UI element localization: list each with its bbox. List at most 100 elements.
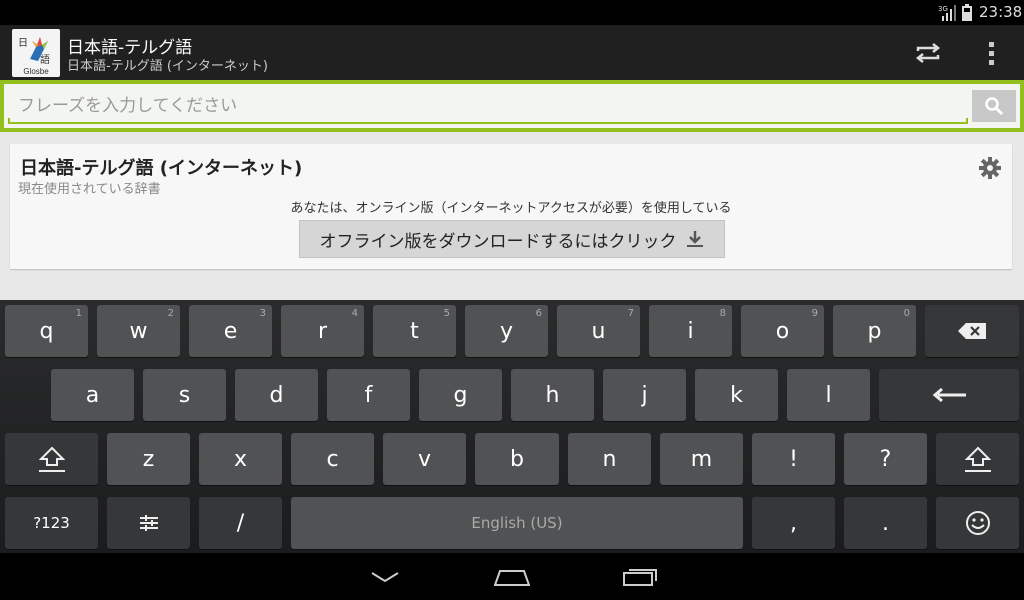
key-label: . [882, 510, 889, 536]
key-hint: 9 [811, 308, 818, 319]
key-label: t [410, 318, 419, 344]
key-label: d [269, 382, 284, 408]
key-p[interactable]: p0 [833, 305, 916, 357]
space-key[interactable]: English (US) [291, 497, 743, 549]
key-label: b [510, 446, 524, 472]
key-a[interactable]: a [51, 369, 134, 421]
key-hint: 5 [443, 308, 450, 319]
key-n[interactable]: n [568, 433, 651, 485]
key-y[interactable]: y6 [465, 305, 548, 357]
download-offline-button[interactable]: オフライン版をダウンロードするにはクリック [299, 220, 725, 258]
key-i[interactable]: i8 [649, 305, 732, 357]
symbols-key[interactable]: ?123 [5, 497, 98, 549]
key-z[interactable]: z [107, 433, 190, 485]
enter-key[interactable] [879, 369, 1019, 421]
key-k[interactable]: k [695, 369, 778, 421]
key-t[interactable]: t5 [373, 305, 456, 357]
key-label: i [687, 318, 694, 344]
status-bar: 3G 23:38 [0, 0, 1024, 25]
search-container [4, 84, 1020, 128]
key-label: y [499, 318, 514, 344]
key-label: n [602, 446, 617, 472]
key-label: u [591, 318, 606, 344]
app-subtitle: 日本語-テルグ語 (インターネット) [67, 59, 268, 74]
key-hint: 1 [75, 308, 82, 319]
key-hint: 2 [167, 308, 174, 319]
key-label: g [453, 382, 468, 408]
key-label: ! [789, 446, 798, 472]
svg-text:3G: 3G [938, 5, 948, 13]
key-e[interactable]: e3 [189, 305, 272, 357]
key-hint: 8 [719, 308, 726, 319]
key-o[interactable]: o9 [741, 305, 824, 357]
key-r[interactable]: r4 [281, 305, 364, 357]
key-w[interactable]: w2 [97, 305, 180, 357]
navigation-bar [0, 553, 1024, 600]
key-label: w [129, 318, 148, 344]
key-m[interactable]: m [660, 433, 743, 485]
keyboard-settings-key[interactable] [107, 497, 190, 549]
key-q[interactable]: q1 [5, 305, 88, 357]
shift-key-right[interactable] [936, 433, 1019, 485]
key-label: r [317, 318, 328, 344]
download-icon [686, 231, 703, 247]
soft-keyboard: q1 w2 e3 r4 t5 y6 u7 i8 o9 p0 a s d f g … [0, 300, 1024, 553]
key-label: / [236, 510, 245, 536]
screen: 3G 23:38 日 語 Glosbe 日本語-テルグ語 日本語-テルグ語 (イ… [0, 0, 1024, 600]
key-f[interactable]: f [327, 369, 410, 421]
key-b[interactable]: b [475, 433, 559, 485]
key-label: a [85, 382, 100, 408]
search-input[interactable] [8, 88, 968, 124]
key-l[interactable]: l [787, 369, 870, 421]
key-label: x [233, 446, 248, 472]
recents-button[interactable] [616, 563, 664, 591]
key-label: m [690, 446, 713, 472]
status-time: 23:38 [979, 3, 1023, 21]
key-x[interactable]: x [199, 433, 282, 485]
search-button[interactable] [972, 90, 1016, 122]
overflow-menu-button[interactable] [975, 35, 1009, 71]
search-bar [0, 80, 1024, 132]
signal-icon: 3G [938, 5, 956, 21]
key-label: s [178, 382, 191, 408]
key-label: f [364, 382, 373, 408]
key-period[interactable]: . [844, 497, 927, 549]
download-offline-label: オフライン版をダウンロードするにはクリック [319, 231, 677, 252]
key-g[interactable]: g [419, 369, 502, 421]
content-area: 日本語-テルグ語 (インターネット) 現在使用されている辞書 あなたは、オンライ… [0, 132, 1024, 300]
swap-languages-button[interactable] [908, 35, 948, 71]
key-label: p [867, 318, 882, 344]
dictionary-settings-button[interactable] [978, 156, 1002, 180]
search-icon [985, 97, 1004, 116]
shift-key-left[interactable] [5, 433, 98, 485]
key-label: l [825, 382, 832, 408]
key-u[interactable]: u7 [557, 305, 640, 357]
key-s[interactable]: s [143, 369, 226, 421]
key-comma[interactable]: , [752, 497, 835, 549]
home-button[interactable] [488, 563, 536, 591]
key-label: h [545, 382, 560, 408]
dictionary-card: 日本語-テルグ語 (インターネット) 現在使用されている辞書 あなたは、オンライ… [10, 144, 1012, 269]
key-slash[interactable]: / [199, 497, 282, 549]
key-label: o [775, 318, 790, 344]
emoji-key[interactable] [936, 497, 1019, 549]
search-underline [8, 118, 968, 124]
app-logo-icon[interactable]: 日 語 Glosbe [12, 29, 60, 77]
enter-icon [932, 387, 966, 403]
key-c[interactable]: c [291, 433, 374, 485]
key-label: , [790, 510, 797, 536]
key-d[interactable]: d [235, 369, 318, 421]
backspace-key[interactable] [925, 305, 1019, 357]
action-bar: 日 語 Glosbe 日本語-テルグ語 日本語-テルグ語 (インターネット) [0, 25, 1024, 80]
key-hint: 7 [627, 308, 634, 319]
key-hint: 0 [903, 308, 910, 319]
key-h[interactable]: h [511, 369, 594, 421]
key-j[interactable]: j [603, 369, 686, 421]
key-exclamation[interactable]: ! [752, 433, 835, 485]
key-hint: 4 [351, 308, 358, 319]
shift-icon [38, 446, 65, 472]
key-v[interactable]: v [383, 433, 466, 485]
key-question[interactable]: ? [844, 433, 927, 485]
key-label: j [641, 382, 648, 408]
back-button[interactable] [361, 563, 409, 591]
